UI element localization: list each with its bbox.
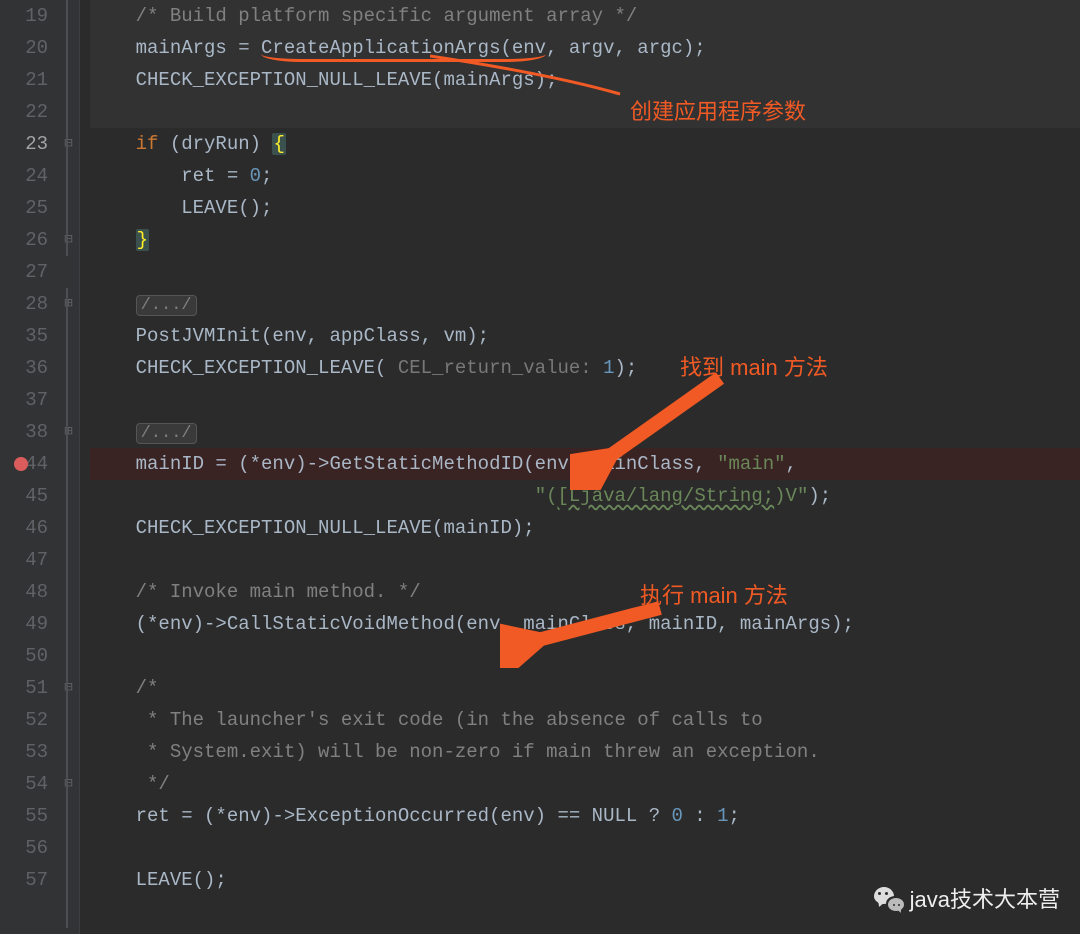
code-text: LEAVE(); bbox=[90, 197, 272, 219]
line-number[interactable]: 28 bbox=[0, 288, 48, 320]
underlined-call: CreateApplicationArgs(env bbox=[261, 37, 546, 62]
line-number[interactable]: 48 bbox=[0, 576, 48, 608]
string-literal: "main" bbox=[717, 453, 785, 475]
line-number[interactable]: 25 bbox=[0, 192, 48, 224]
code-text: LEAVE(); bbox=[90, 869, 227, 891]
number-literal: 0 bbox=[250, 165, 261, 187]
line-number[interactable]: 24 bbox=[0, 160, 48, 192]
line-number-breakpoint[interactable]: 44 bbox=[0, 448, 48, 480]
code-comment: * The launcher's exit code (in the absen… bbox=[90, 709, 763, 731]
number-literal: 1 bbox=[603, 357, 614, 379]
line-number[interactable]: 51 bbox=[0, 672, 48, 704]
folded-region[interactable]: /.../ bbox=[136, 423, 197, 444]
code-text: , argv, argc); bbox=[546, 37, 706, 59]
line-number[interactable]: 22 bbox=[0, 96, 48, 128]
fold-expand[interactable]: ⊞ bbox=[58, 416, 79, 448]
line-number[interactable]: 53 bbox=[0, 736, 48, 768]
line-number[interactable]: 36 bbox=[0, 352, 48, 384]
brace-close: } bbox=[136, 229, 149, 251]
line-number[interactable]: 35 bbox=[0, 320, 48, 352]
code-area[interactable]: /* Build platform specific argument arra… bbox=[80, 0, 1080, 934]
code-text: mainID = (*env)->GetStaticMethodID(env, … bbox=[90, 453, 717, 475]
line-number[interactable]: 20 bbox=[0, 32, 48, 64]
code-text: CHECK_EXCEPTION_NULL_LEAVE(mainID); bbox=[90, 517, 535, 539]
code-comment: /* Build platform specific argument arra… bbox=[90, 5, 637, 27]
line-number[interactable]: 45 bbox=[0, 480, 48, 512]
line-number[interactable]: 27 bbox=[0, 256, 48, 288]
line-number[interactable]: 52 bbox=[0, 704, 48, 736]
code-text: (*env)->CallStaticVoidMethod(env, mainCl… bbox=[90, 613, 854, 635]
line-number[interactable]: 54 bbox=[0, 768, 48, 800]
code-comment: /* Invoke main method. */ bbox=[90, 581, 421, 603]
parameter-hint: CEL_return_value: bbox=[398, 357, 603, 379]
code-comment: /* bbox=[90, 677, 158, 699]
code-comment: */ bbox=[90, 773, 170, 795]
keyword-if: if bbox=[136, 133, 159, 155]
code-editor[interactable]: 19 20 21 22 23 24 25 26 27 28 35 36 37 3… bbox=[0, 0, 1080, 934]
line-number[interactable]: 38 bbox=[0, 416, 48, 448]
line-number[interactable]: 50 bbox=[0, 640, 48, 672]
fold-toggle[interactable]: ⊟ bbox=[58, 768, 79, 800]
fold-toggle[interactable]: ⊟ bbox=[58, 128, 79, 160]
line-number[interactable]: 47 bbox=[0, 544, 48, 576]
number-literal: 1 bbox=[717, 805, 728, 827]
line-number[interactable]: 55 bbox=[0, 800, 48, 832]
line-number[interactable]: 56 bbox=[0, 832, 48, 864]
watermark: java技术大本营 bbox=[874, 884, 1060, 916]
line-number[interactable]: 26 bbox=[0, 224, 48, 256]
code-text: PostJVMInit(env, appClass, vm); bbox=[90, 325, 489, 347]
breakpoint-icon[interactable] bbox=[14, 457, 28, 471]
line-number[interactable]: 49 bbox=[0, 608, 48, 640]
fold-gutter[interactable]: ⊟ ⊟ ⊞ ⊞ ⊟ ⊟ bbox=[58, 0, 80, 934]
code-comment: * System.exit) will be non-zero if main … bbox=[90, 741, 820, 763]
line-number[interactable]: 46 bbox=[0, 512, 48, 544]
watermark-text: java技术大本营 bbox=[910, 884, 1060, 916]
fold-expand[interactable]: ⊞ bbox=[58, 288, 79, 320]
folded-region[interactable]: /.../ bbox=[136, 295, 197, 316]
line-number[interactable]: 37 bbox=[0, 384, 48, 416]
line-number[interactable]: 21 bbox=[0, 64, 48, 96]
line-number[interactable]: 57 bbox=[0, 864, 48, 896]
brace-open: { bbox=[272, 133, 285, 155]
wechat-icon bbox=[874, 885, 904, 915]
fold-toggle[interactable] bbox=[58, 0, 79, 32]
fold-toggle[interactable]: ⊟ bbox=[58, 672, 79, 704]
number-literal: 0 bbox=[672, 805, 683, 827]
string-literal: [Ljava/lang/String; bbox=[558, 485, 775, 507]
code-text: mainArgs = bbox=[90, 37, 261, 59]
line-number-current[interactable]: 23 bbox=[0, 128, 48, 160]
fold-toggle[interactable]: ⊟ bbox=[58, 224, 79, 256]
code-text: CHECK_EXCEPTION_NULL_LEAVE(mainArgs); bbox=[90, 69, 557, 91]
line-number[interactable]: 19 bbox=[0, 0, 48, 32]
line-number-gutter[interactable]: 19 20 21 22 23 24 25 26 27 28 35 36 37 3… bbox=[0, 0, 58, 934]
